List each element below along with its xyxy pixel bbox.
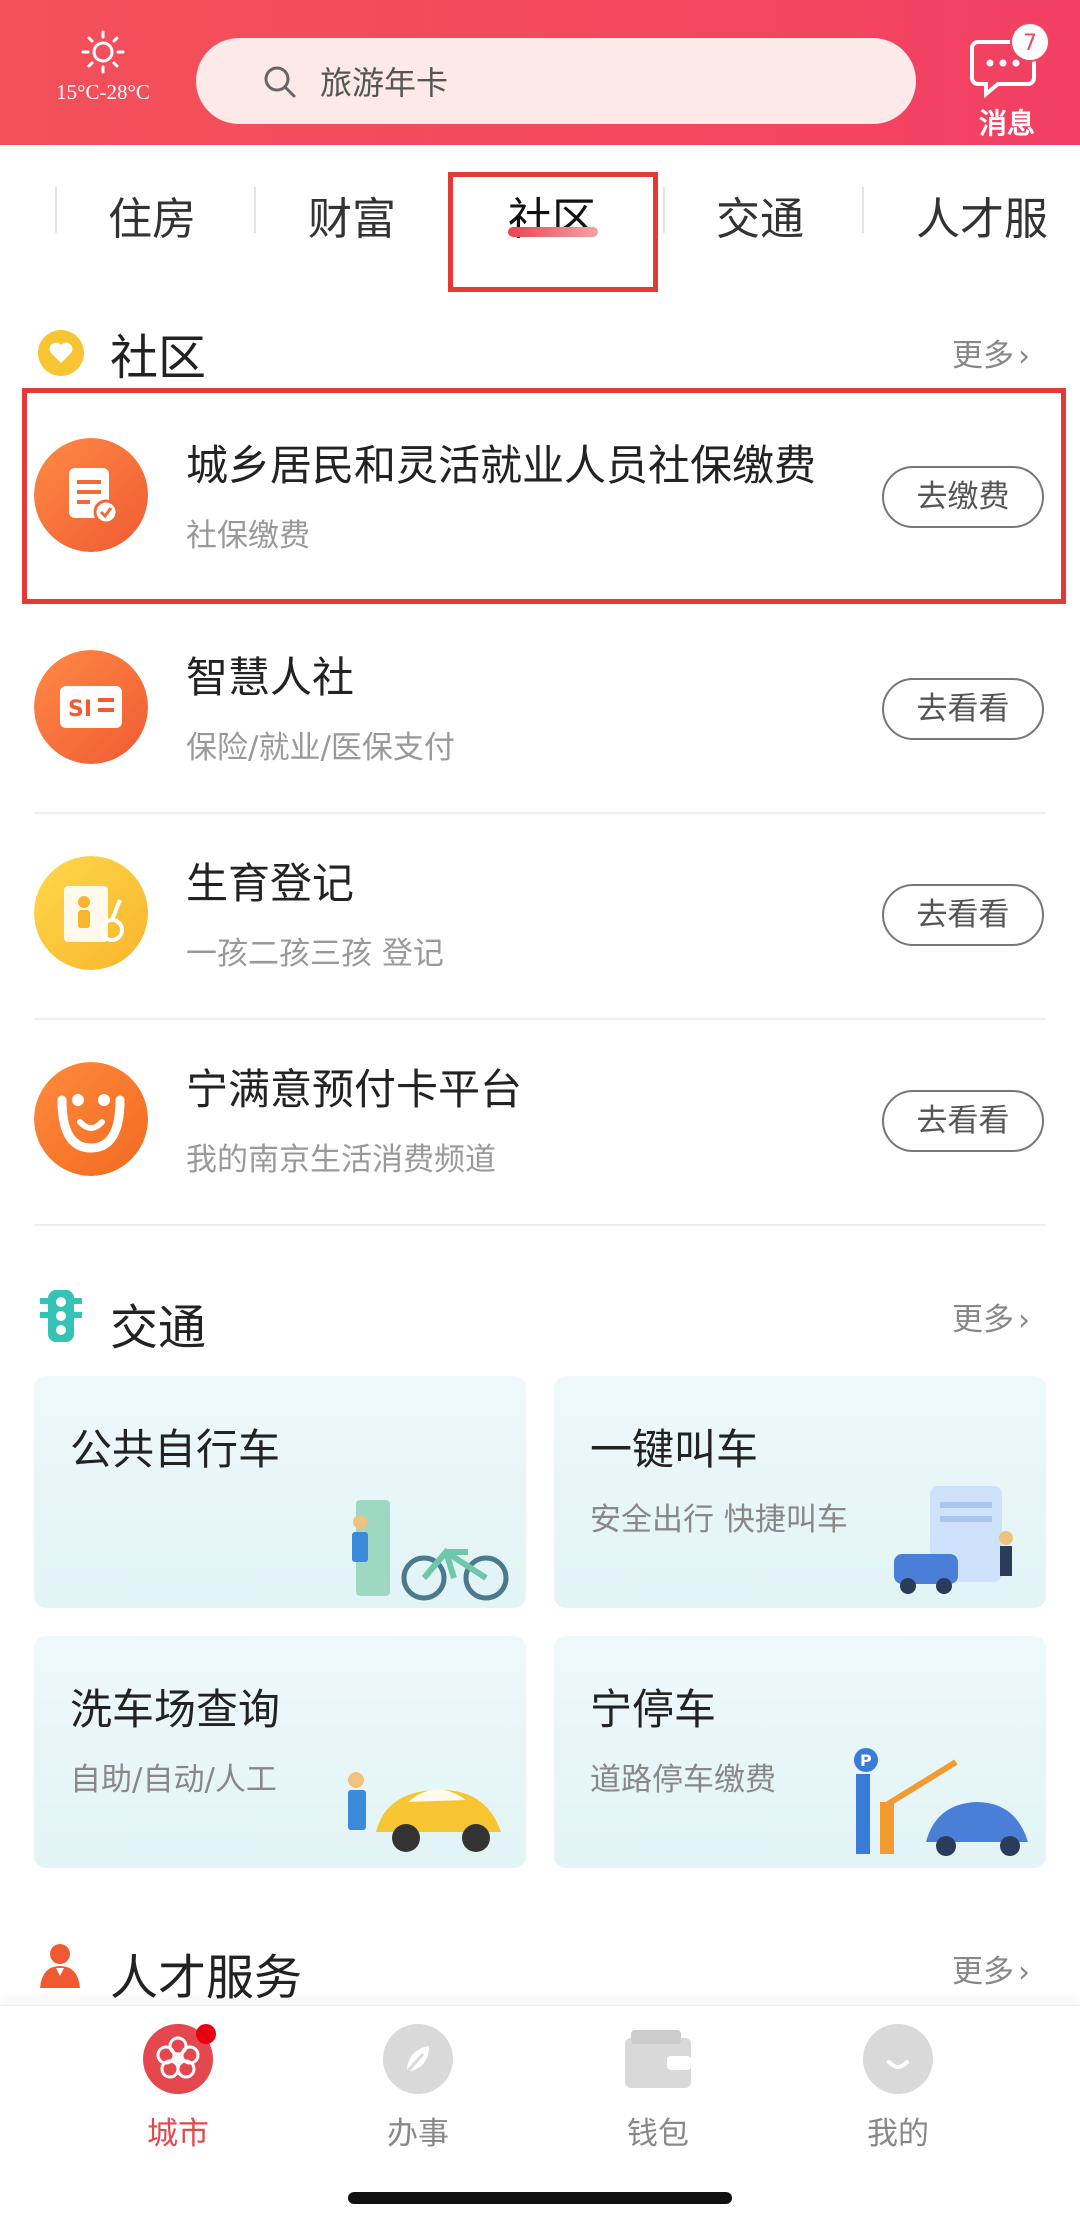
more-label: 更多: [952, 1954, 1014, 1990]
card-subtitle: 道路停车缴费: [590, 1762, 776, 1798]
card-title: 洗车场查询: [70, 1685, 281, 1734]
si-card-icon: SI: [34, 650, 148, 764]
tab-housing[interactable]: 住房: [108, 183, 196, 247]
notification-dot: [196, 2024, 216, 2044]
item-title: 智慧人社: [186, 653, 355, 702]
heart-bubble-icon: [38, 330, 84, 376]
card-subtitle: 安全出行 快捷叫车: [590, 1502, 848, 1538]
chevron-right-icon: ›: [1018, 339, 1030, 374]
card-public-bicycle[interactable]: 公共自行车: [34, 1376, 526, 1608]
view-button[interactable]: 去看看: [882, 884, 1044, 946]
nav-label: 钱包: [627, 2116, 689, 2152]
sun-icon: [81, 30, 125, 74]
nav-label: 办事: [387, 2116, 449, 2152]
traffic-section-title: 交通: [110, 1300, 207, 1356]
tab-separator: [663, 187, 665, 233]
parking-gate-illustration: P: [854, 1748, 1028, 1856]
talent-section-title: 人才服务: [110, 1950, 303, 2006]
more-label: 更多: [952, 1302, 1014, 1338]
card-nanjing-parking[interactable]: 宁停车 道路停车缴费 P: [554, 1636, 1046, 1868]
bicycle-illustration: [352, 1500, 509, 1601]
tab-wealth[interactable]: 财富: [308, 183, 396, 247]
search-bar[interactable]: 旅游年卡: [196, 38, 916, 124]
home-indicator: [348, 2192, 732, 2204]
item-title: 宁满意预付卡平台: [186, 1065, 523, 1114]
card-title: 公共自行车: [70, 1425, 281, 1474]
tab-separator: [55, 187, 57, 233]
chevron-right-icon: ›: [1018, 1955, 1030, 1990]
card-one-click-taxi[interactable]: 一键叫车 安全出行 快捷叫车: [554, 1376, 1046, 1608]
tab-talent[interactable]: 人才服: [916, 183, 1048, 247]
top-header: 15°C-28°C 旅游年卡 7 消息: [0, 0, 1080, 145]
list-item-birth-registration[interactable]: 生育登记 一孩二孩三孩 登记 去看看: [0, 814, 1080, 1020]
messages-label: 消息: [978, 107, 1035, 140]
birth-registration-icon: [34, 856, 148, 970]
item-subtitle: 保险/就业/医保支付: [186, 730, 455, 766]
nav-profile[interactable]: 我的: [798, 2024, 998, 2153]
smile-face-icon: [34, 1062, 148, 1176]
view-button[interactable]: 去看看: [882, 1090, 1044, 1152]
card-subtitle: 自助/自动/人工: [70, 1762, 277, 1798]
tab-separator: [862, 187, 864, 233]
svg-text:P: P: [860, 1751, 872, 1770]
search-icon: [264, 66, 296, 98]
message-count-badge: 7: [1010, 22, 1050, 62]
traffic-light-icon: [40, 1290, 82, 1342]
card-car-wash-search[interactable]: 洗车场查询 自助/自动/人工: [34, 1636, 526, 1868]
list-item-smart-hrss[interactable]: SI 智慧人社 保险/就业/医保支付 去看看: [0, 608, 1080, 814]
wallet-icon: [623, 2024, 693, 2094]
highlight-box-item: [22, 388, 1066, 604]
tab-separator: [254, 187, 256, 233]
community-more-link[interactable]: 更多 ›: [952, 330, 1030, 375]
nav-label: 我的: [867, 2116, 929, 2152]
item-title: 生育登记: [186, 859, 355, 908]
traffic-more-link[interactable]: 更多 ›: [952, 1294, 1030, 1339]
smile-icon: [863, 2024, 933, 2094]
leaf-icon: [383, 2024, 453, 2094]
nav-services[interactable]: 办事: [318, 2024, 518, 2153]
divider: [34, 1224, 1046, 1226]
more-label: 更多: [952, 338, 1014, 374]
svg-text:SI: SI: [68, 697, 92, 722]
card-title: 一键叫车: [590, 1425, 759, 1474]
card-title: 宁停车: [590, 1685, 717, 1734]
nav-label: 城市: [147, 2116, 209, 2152]
car-wash-illustration: [348, 1772, 501, 1852]
item-subtitle: 我的南京生活消费频道: [186, 1142, 496, 1178]
person-icon: [40, 1944, 80, 1988]
weather-widget[interactable]: 15°C-28°C: [28, 30, 178, 105]
nav-wallet[interactable]: 钱包: [558, 2024, 758, 2153]
search-placeholder: 旅游年卡: [320, 64, 449, 102]
nav-city[interactable]: 城市: [78, 2024, 278, 2153]
view-button[interactable]: 去看看: [882, 678, 1044, 740]
tab-traffic[interactable]: 交通: [716, 183, 804, 247]
highlight-box-tab: [448, 172, 658, 292]
list-item-prepaid-card-platform[interactable]: 宁满意预付卡平台 我的南京生活消费频道 去看看: [0, 1020, 1080, 1226]
taxi-illustration: [894, 1486, 1013, 1594]
item-subtitle: 一孩二孩三孩 登记: [186, 936, 444, 972]
community-section-title: 社区: [110, 330, 207, 386]
chevron-right-icon: ›: [1018, 1303, 1030, 1338]
talent-more-link[interactable]: 更多 ›: [952, 1946, 1030, 1991]
weather-temperature: 15°C-28°C: [56, 80, 150, 104]
